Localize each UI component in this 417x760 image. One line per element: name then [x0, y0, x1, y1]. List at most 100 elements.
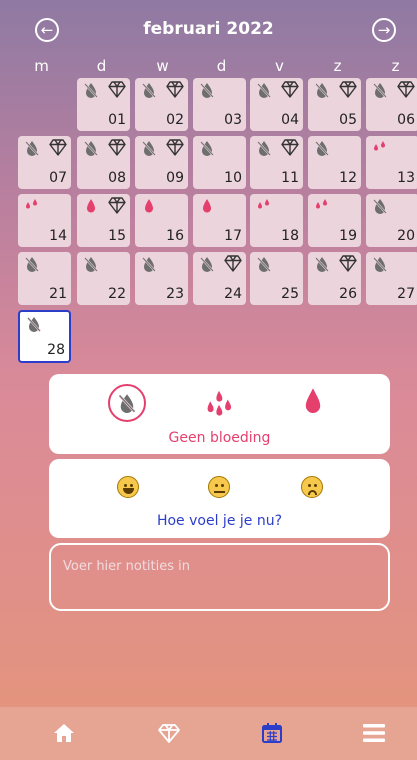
calendar-day-cell[interactable]: 04 — [250, 78, 303, 131]
calendar-day-cell[interactable]: 12 — [308, 136, 361, 189]
no-bleeding-icon — [199, 256, 215, 272]
bleeding-card: Geen bloeding — [49, 374, 390, 454]
calendar-day-cell[interactable]: 03 — [193, 78, 246, 131]
diamond-icon — [281, 81, 299, 98]
diamond-icon — [339, 81, 357, 98]
day-number: 02 — [166, 112, 184, 128]
heavy-bleeding-option[interactable] — [305, 388, 321, 414]
day-number: 19 — [339, 228, 357, 244]
no-bleeding-icon — [141, 256, 157, 272]
diamond-icon — [108, 197, 126, 214]
arrow-right-icon: → — [377, 20, 391, 39]
diamond-icon — [166, 139, 184, 156]
day-number: 27 — [397, 286, 415, 302]
light-bleeding-icon — [24, 198, 40, 214]
calendar-day-cell[interactable]: 09 — [135, 136, 188, 189]
calendar-day-cell[interactable]: 23 — [135, 252, 188, 305]
day-number: 22 — [108, 286, 126, 302]
home-icon[interactable] — [52, 721, 76, 745]
no-bleeding-icon — [199, 82, 215, 98]
day-number: 10 — [224, 170, 242, 186]
day-number: 23 — [166, 286, 184, 302]
day-number: 04 — [281, 112, 299, 128]
calendar-day-cell[interactable]: 16 — [135, 194, 188, 247]
sad-face-icon[interactable] — [301, 476, 323, 498]
no-bleeding-icon — [256, 140, 272, 156]
next-month-button[interactable]: → — [372, 18, 396, 42]
notes-placeholder: Voer hier notities in — [63, 559, 191, 574]
no-bleeding-icon — [314, 82, 330, 98]
diamond-icon — [166, 81, 184, 98]
diamond-icon — [339, 255, 357, 272]
day-number: 20 — [397, 228, 415, 244]
heavy-bleeding-icon — [141, 198, 157, 214]
no-bleeding-icon — [372, 198, 388, 214]
no-bleeding-icon — [314, 256, 330, 272]
no-bleeding-icon — [372, 256, 388, 272]
calendar-day-cell[interactable]: 05 — [308, 78, 361, 131]
day-number: 15 — [108, 228, 126, 244]
calendar-day-cell[interactable]: 18 — [250, 194, 303, 247]
calendar-day-cell[interactable]: 02 — [135, 78, 188, 131]
calendar-day-cell[interactable]: 01 — [77, 78, 130, 131]
calendar-day-cell[interactable]: 24 — [193, 252, 246, 305]
diamond-icon[interactable] — [157, 721, 181, 745]
diamond-icon — [224, 255, 242, 272]
calendar-day-cell[interactable]: 15 — [77, 194, 130, 247]
diamond-icon — [49, 139, 67, 156]
diamond-icon — [108, 81, 126, 98]
day-number: 07 — [49, 170, 67, 186]
calendar-day-cell[interactable]: 10 — [193, 136, 246, 189]
day-number: 16 — [166, 228, 184, 244]
notes-field[interactable]: Voer hier notities in — [49, 543, 390, 611]
no-bleeding-icon — [141, 82, 157, 98]
light-bleeding-icon — [372, 140, 388, 156]
weekday-label: w — [156, 57, 169, 75]
calendar-day-cell[interactable]: 08 — [77, 136, 130, 189]
menu-icon[interactable] — [362, 721, 386, 745]
weekday-label: m — [34, 57, 49, 75]
diamond-icon — [281, 139, 299, 156]
calendar-day-cell[interactable]: 21 — [18, 252, 71, 305]
day-number: 03 — [224, 112, 242, 128]
no-bleeding-icon — [256, 256, 272, 272]
calendar-day-cell[interactable]: 25 — [250, 252, 303, 305]
day-number: 18 — [281, 228, 299, 244]
calendar-day-cell[interactable]: 14 — [18, 194, 71, 247]
light-bleeding-option[interactable] — [205, 388, 233, 418]
calendar-day-cell[interactable]: 13 — [366, 136, 417, 189]
mood-card: Hoe voel je je nu? — [49, 459, 390, 538]
calendar-day-cell[interactable]: 28 — [18, 310, 71, 363]
day-number: 14 — [49, 228, 67, 244]
day-number: 06 — [397, 112, 415, 128]
calendar-day-cell[interactable]: 26 — [308, 252, 361, 305]
calendar-icon[interactable] — [260, 721, 284, 745]
day-number: 08 — [108, 170, 126, 186]
calendar-day-cell[interactable]: 19 — [308, 194, 361, 247]
calendar-day-cell[interactable]: 11 — [250, 136, 303, 189]
no-bleeding-icon — [26, 316, 42, 332]
calendar-day-cell[interactable]: 20 — [366, 194, 417, 247]
bottom-tab-bar — [0, 707, 417, 760]
calendar-day-cell[interactable]: 22 — [77, 252, 130, 305]
day-number: 21 — [49, 286, 67, 302]
heavy-bleeding-icon — [83, 198, 99, 214]
day-number: 25 — [281, 286, 299, 302]
heavy-bleeding-icon — [199, 198, 215, 214]
calendar-day-cell[interactable]: 17 — [193, 194, 246, 247]
neutral-face-icon[interactable] — [208, 476, 230, 498]
day-number: 28 — [47, 342, 65, 358]
no-bleeding-option[interactable] — [107, 383, 147, 423]
light-bleeding-icon — [256, 198, 272, 214]
day-number: 24 — [224, 286, 242, 302]
day-number: 13 — [397, 170, 415, 186]
happy-face-icon[interactable] — [117, 476, 139, 498]
calendar-day-cell[interactable]: 27 — [366, 252, 417, 305]
no-bleeding-icon — [372, 82, 388, 98]
weekday-label: d — [216, 57, 227, 75]
calendar-day-cell[interactable]: 07 — [18, 136, 71, 189]
no-bleeding-icon — [83, 256, 99, 272]
day-number: 11 — [281, 170, 299, 186]
calendar-day-cell[interactable]: 06 — [366, 78, 417, 131]
mood-prompt[interactable]: Hoe voel je je nu? — [49, 513, 390, 529]
